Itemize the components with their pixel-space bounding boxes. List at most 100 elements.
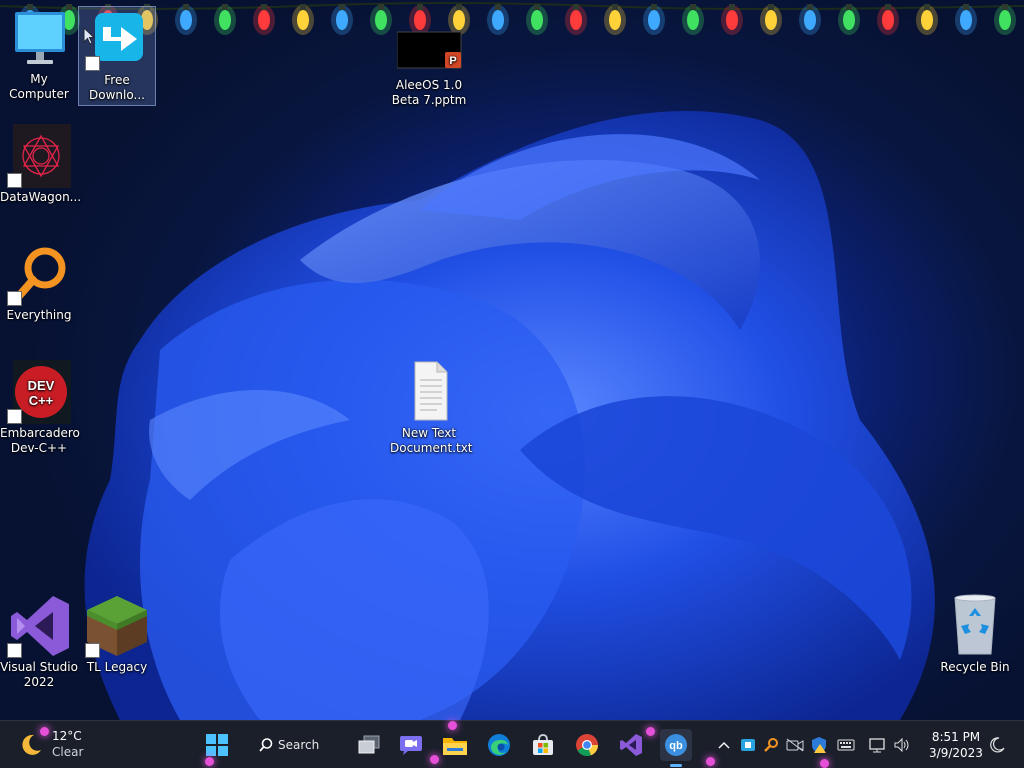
light-bulb-cap <box>690 4 696 10</box>
light-bulb <box>921 10 933 30</box>
network-monitor-icon <box>869 738 885 753</box>
visual-studio-taskbar-button[interactable] <box>615 729 647 761</box>
light-bulb <box>414 10 426 30</box>
svg-text:qb: qb <box>669 740 683 752</box>
icon-label: TL Legacy <box>86 660 148 674</box>
tray-keyboard[interactable] <box>836 735 856 755</box>
notification-center-button[interactable] <box>987 735 1007 755</box>
show-hidden-icons-button[interactable] <box>714 735 734 755</box>
weather-condition: Clear <box>52 745 84 759</box>
visual-studio-icon[interactable]: Visual Studio 2022 <box>0 594 78 690</box>
svg-text:DEV: DEV <box>28 378 55 393</box>
light-bulb <box>843 10 855 30</box>
light-bulb <box>453 10 465 30</box>
tray-camera[interactable] <box>785 735 805 755</box>
light-bulb-cap <box>924 4 930 10</box>
chat-camera-icon <box>400 736 422 755</box>
light-bulb <box>882 10 894 30</box>
shortcut-arrow-icon <box>7 173 22 188</box>
desktop[interactable]: My Computer Free Downlo... P AleeOS 1.0 … <box>0 0 1024 720</box>
text-file-icon <box>414 361 448 421</box>
icon-label: My Computer <box>9 72 69 101</box>
tray-network[interactable] <box>868 735 888 755</box>
qb-app-button[interactable]: qb <box>660 729 692 767</box>
windows-logo-icon <box>206 734 228 756</box>
light-bulb <box>999 10 1011 30</box>
network-share-icon <box>741 739 755 751</box>
light-bulb-cap <box>651 4 657 10</box>
search-label: Search <box>278 738 320 752</box>
everything-search-icon[interactable]: Everything <box>0 242 78 323</box>
svg-text:C++: C++ <box>29 393 54 408</box>
light-dot <box>706 757 715 766</box>
icon-label: Free Downlo... <box>89 73 145 102</box>
tray-everything[interactable] <box>761 735 781 755</box>
svg-text:P: P <box>449 55 456 67</box>
light-bulb <box>804 10 816 30</box>
tray-security[interactable] <box>809 735 829 755</box>
light-bulb-cap <box>963 4 969 10</box>
microsoft-store-button[interactable] <box>527 729 559 761</box>
my-computer-icon[interactable]: My Computer <box>0 6 78 102</box>
light-bulb <box>258 10 270 30</box>
icon-label: DataWagon... <box>0 190 82 204</box>
light-dot <box>646 727 655 736</box>
start-button[interactable] <box>201 729 233 761</box>
free-download-manager-icon[interactable]: Free Downlo... <box>78 6 156 106</box>
active-indicator <box>670 764 682 767</box>
taskbar-search[interactable]: Search <box>258 732 338 758</box>
datawagon-icon[interactable]: DataWagon... <box>0 124 82 205</box>
light-bulb-cap <box>1002 4 1008 10</box>
icon-label: Recycle Bin <box>940 660 1010 674</box>
light-bulb-cap <box>222 4 228 10</box>
taskbar: 12°C Clear Search qb 8:51 PM 3/9/2023 <box>0 720 1024 768</box>
icon-label: Visual Studio 2022 <box>0 660 78 689</box>
light-bulb <box>960 10 972 30</box>
recycle-bin-icon[interactable]: Recycle Bin <box>936 594 1014 675</box>
clock-date: 3/9/2023 <box>929 746 983 760</box>
light-bulb <box>570 10 582 30</box>
light-bulb-cap <box>417 4 423 10</box>
tray-volume[interactable] <box>892 735 912 755</box>
light-bulb-cap <box>339 4 345 10</box>
clock[interactable]: 8:51 PM 3/9/2023 <box>922 729 990 761</box>
light-bulb-cap <box>300 4 306 10</box>
recycle-bin-can-icon <box>954 594 996 655</box>
light-bulb-cap <box>885 4 891 10</box>
light-bulb-cap <box>378 4 384 10</box>
chrome-browser-icon <box>576 734 599 757</box>
edge-browser-icon <box>488 734 510 756</box>
new-text-document-icon[interactable]: New Text Document.txt <box>390 360 473 456</box>
light-bulb <box>726 10 738 30</box>
search-icon <box>259 738 273 752</box>
shortcut-arrow-icon <box>7 291 22 306</box>
light-bulb <box>180 10 192 30</box>
light-bulb <box>648 10 660 30</box>
light-dot <box>448 721 457 730</box>
shortcut-arrow-icon <box>85 643 100 658</box>
file-explorer-button[interactable] <box>439 729 471 761</box>
icon-label: Everything <box>6 308 72 322</box>
weather-widget[interactable]: 12°C Clear <box>18 727 98 763</box>
light-bulb-cap <box>612 4 618 10</box>
icon-label: Embarcadero Dev-C++ <box>0 426 80 455</box>
tray-app-1[interactable] <box>738 735 758 755</box>
dev-cpp-icon[interactable]: DEV C++ Embarcadero Dev-C++ <box>0 360 80 456</box>
light-dot <box>40 727 49 736</box>
task-view-button[interactable] <box>353 729 385 761</box>
monitor-icon <box>15 12 65 64</box>
icon-label: New Text Document.txt <box>390 426 473 455</box>
aleeos-pptm-file-icon[interactable]: P AleeOS 1.0 Beta 7.pptm <box>390 30 468 108</box>
shield-warning-icon <box>812 737 826 753</box>
light-bulb-cap <box>573 4 579 10</box>
chrome-button[interactable] <box>571 729 603 761</box>
everything-tray-icon <box>764 738 778 752</box>
tl-legacy-icon[interactable]: TL Legacy <box>78 594 156 675</box>
edge-button[interactable] <box>483 729 515 761</box>
teams-chat-button[interactable] <box>395 729 427 761</box>
light-bulb <box>609 10 621 30</box>
light-dot <box>205 757 214 766</box>
weather-temp: 12°C <box>52 729 82 743</box>
shortcut-arrow-icon <box>7 409 22 424</box>
icon-label: AleeOS 1.0 Beta 7.pptm <box>391 78 467 107</box>
